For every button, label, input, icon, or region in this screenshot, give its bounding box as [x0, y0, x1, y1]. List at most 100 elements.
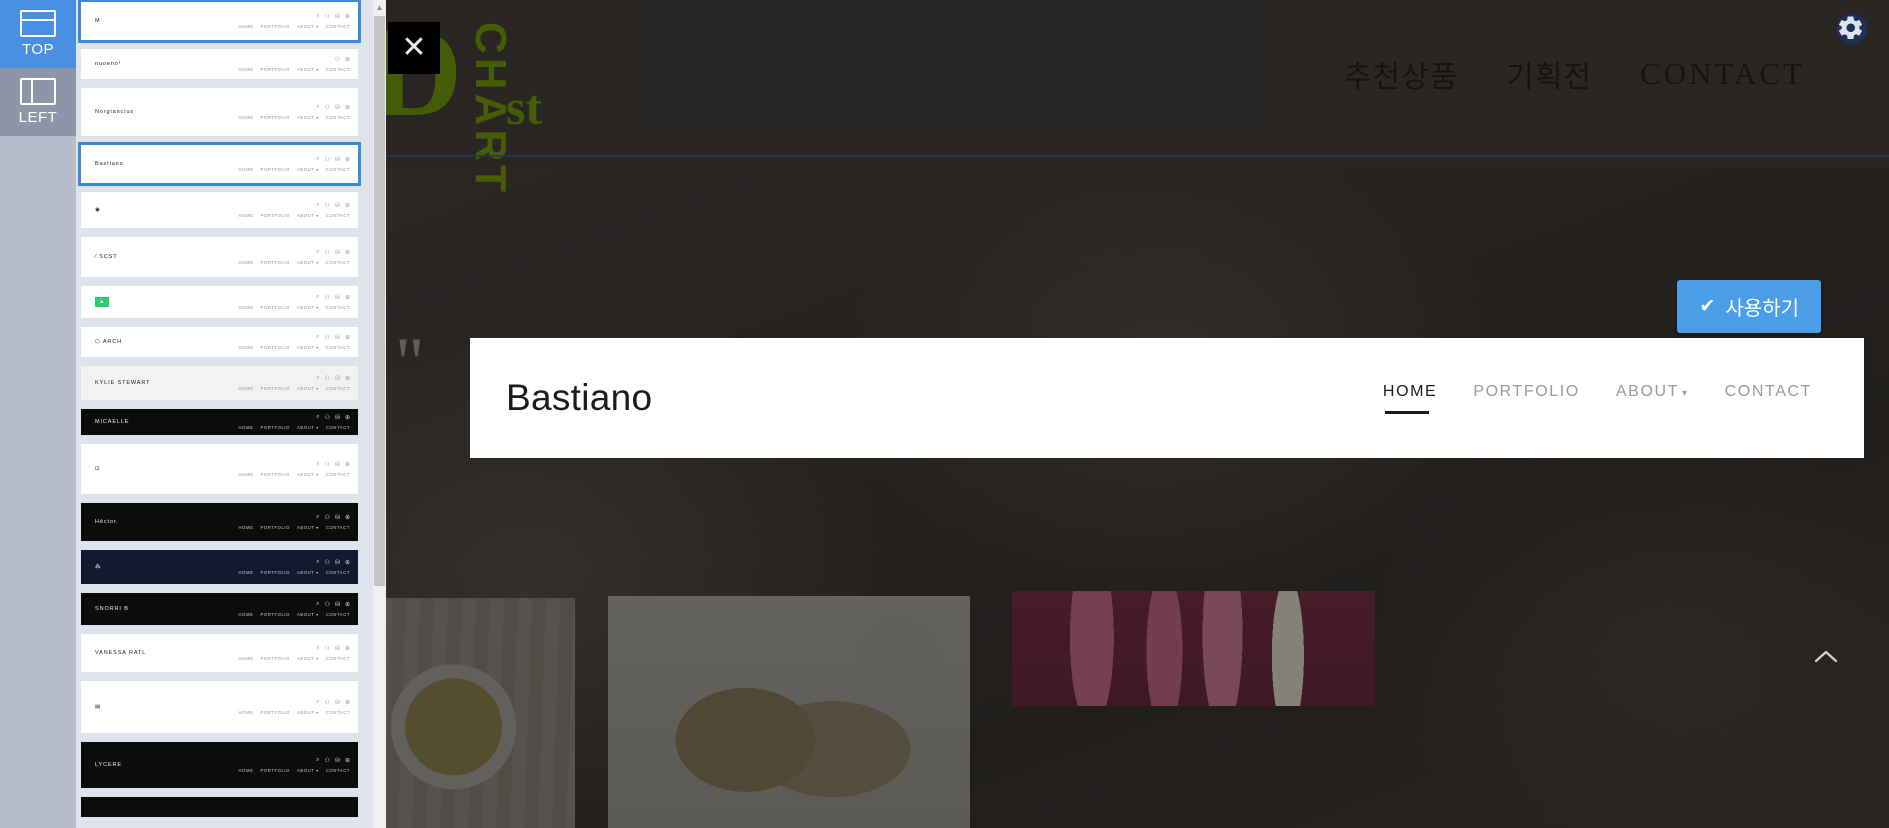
template-menu-item-about[interactable]: ABOUT ▾: [1616, 383, 1689, 414]
thumbnail-item[interactable]: ▤ ⌕ ⚇ ⛁ ⊕ HOME PORTFOLIO ABOUT ▾ CONTACT: [81, 681, 358, 733]
thumbnail-list[interactable]: M ⌕ ⚇ ⛁ ⊕ HOME PORTFOLIO ABOUT ▾ CONTACT nuoeno¹ ⚇…: [76, 0, 373, 828]
thumbnail-item[interactable]: MICAELLE ⌕ ⚇ ⛁ ⊕ HOME PORTFOLIO ABOUT ▾ CONTACT: [81, 409, 358, 435]
thumbnail-brand: ◉: [95, 207, 101, 213]
thumbnail-item[interactable]: VANESSA RATL ⌕ ⚇ ⛁ ⊕ HOME PORTFOLIO ABOUT ▾ CONT…: [81, 634, 358, 672]
thumbnail-nav-item: ABOUT ▾: [297, 612, 319, 617]
globe-icon: ⊕: [344, 646, 350, 652]
thumbnail-item[interactable]: [81, 797, 358, 817]
close-preview-button[interactable]: ✕: [388, 22, 440, 74]
thumbnail-nav-item: ABOUT ▾: [297, 24, 319, 29]
thumbnail-nav-item: CONTACT: [325, 386, 350, 391]
thumbnail-nav-item: HOME: [238, 24, 254, 29]
bag-icon: ⛁: [334, 415, 340, 421]
thumbnail-nav-item: CONTACT: [325, 525, 350, 530]
thumbnail-item[interactable]: ⁄ SCST ⌕ ⚇ ⛁ ⊕ HOME PORTFOLIO ABOUT ▾ CONTACT: [81, 237, 358, 277]
thumbnail-item[interactable]: Bastiano ⌕ ⚇ ⛁ ⊕ HOME PORTFOLIO ABOUT ▾ CONTACT: [78, 142, 361, 186]
thumbnail-nav-item: ABOUT ▾: [297, 386, 319, 391]
thumbnail-icon-group: ⌕ ⚇ ⛁ ⊕: [316, 249, 350, 256]
thumbnail-icon-group: ⌕ ⚇ ⛁ ⊕: [316, 645, 350, 652]
thumbnail-nav-item: PORTFOLIO: [260, 612, 291, 617]
globe-icon: ⊕: [344, 105, 350, 111]
thumbnail-icon-group: ⌕ ⚇ ⛁ ⊕: [316, 294, 350, 301]
bag-icon: ⛁: [334, 14, 340, 20]
user-icon: ⚇: [324, 376, 330, 382]
thumbnail-brand: VANESSA RATL: [95, 650, 147, 656]
thumbnail-nav: HOME PORTFOLIO ABOUT ▾ CONTACT: [239, 67, 350, 72]
thumbnail-nav-item: CONTACT: [325, 612, 350, 617]
thumbnail-nav-item: HOME: [238, 612, 254, 617]
thumbnail-item[interactable]: ◉ ⌕ ⚇ ⛁ ⊕ HOME PORTFOLIO ABOUT ▾ CONTACT: [81, 192, 358, 228]
layout-rail: TOP LEFT: [0, 0, 76, 828]
globe-icon: ⊕: [344, 376, 350, 382]
thumbnail-icon-group: ⌕ ⚇ ⛁ ⊕: [316, 461, 350, 468]
thumbnail-nav-item: HOME: [238, 260, 254, 265]
search-icon: ⌕: [316, 461, 320, 467]
thumbnail-nav-item: HOME: [238, 345, 254, 350]
thumbnail-nav-item: ABOUT ▾: [297, 345, 319, 350]
thumbnail-item[interactable]: M ⌕ ⚇ ⛁ ⊕ HOME PORTFOLIO ABOUT ▾ CONTACT: [78, 0, 361, 43]
thumbnail-brand: ▤: [95, 704, 102, 710]
thumbnail-nav-item: PORTFOLIO: [260, 213, 291, 218]
user-icon: ⚇: [334, 57, 340, 63]
thumbnail-icon-group: ⌕ ⚇ ⛁ ⊕: [316, 601, 350, 608]
bag-icon: ⛁: [334, 560, 340, 566]
thumbnail-brand: MICAELLE: [95, 419, 130, 425]
thumbnail-item[interactable]: ▲ ⌕ ⚇ ⛁ ⊕ HOME PORTFOLIO ABOUT ▾ CONTACT: [81, 286, 358, 318]
thumbnail-nav-item: ABOUT ▾: [297, 260, 319, 265]
rail-tab-left[interactable]: LEFT: [0, 68, 76, 136]
site-nav-item-1[interactable]: 기획전: [1506, 52, 1592, 96]
thumbnail-nav: HOME PORTFOLIO ABOUT ▾ CONTACT: [239, 115, 350, 120]
template-menu-item-home[interactable]: HOME: [1383, 383, 1437, 414]
rail-tab-top-label: TOP: [21, 41, 55, 58]
site-nav-item-0[interactable]: 추천상품: [1344, 52, 1458, 96]
thumbnail-nav-item: ABOUT ▾: [297, 570, 319, 575]
thumbnail-brand: ▲: [95, 297, 110, 307]
user-icon: ⚇: [324, 250, 330, 256]
gear-icon[interactable]: [1833, 10, 1871, 48]
template-menu-item-portfolio[interactable]: PORTFOLIO: [1473, 383, 1580, 414]
thumbnail-brand: M: [95, 18, 101, 24]
scroll-to-top-button[interactable]: [1805, 636, 1847, 678]
use-template-button[interactable]: ✔ 사용하기: [1677, 280, 1821, 333]
thumbnail-item[interactable]: ⬡ ARCH ⌕ ⚇ ⛁ ⊕ HOME PORTFOLIO ABOUT ▾ CONTACT: [81, 327, 358, 357]
search-icon: ⌕: [316, 601, 320, 607]
thumbnail-nav-item: HOME: [238, 115, 254, 120]
globe-icon: ⊕: [344, 203, 350, 209]
thumbnail-item[interactable]: ⁂ ⌕ ⚇ ⛁ ⊕ HOME PORTFOLIO ABOUT ▾ CONTACT: [81, 550, 358, 584]
thumbnail-nav-item: CONTACT: [325, 305, 350, 310]
thumbnail-item[interactable]: Héctor. ⌕ ⚇ ⛁ ⊕ HOME PORTFOLIO ABOUT ▾ CONTACT: [81, 503, 358, 541]
thumbnail-item[interactable]: Norgiancius ⌕ ⚇ ⛁ ⊕ HOME PORTFOLIO ABOUT ▾ CONTA…: [81, 88, 358, 136]
search-icon: ⌕: [316, 514, 320, 520]
thumbnail-nav-item: ABOUT ▾: [297, 425, 319, 430]
thumbnail-nav-item: CONTACT: [325, 768, 350, 773]
thumbnail-nav-item: PORTFOLIO: [260, 525, 291, 530]
rail-tab-top[interactable]: TOP: [0, 0, 76, 68]
thumbnail-item[interactable]: nuoeno¹ ⚇ ⊕ HOME PORTFOLIO ABOUT ▾ CONTACT: [81, 49, 358, 79]
header-hairline: [380, 155, 1889, 157]
thumbnail-icon-group: ⌕ ⚇ ⛁ ⊕: [316, 699, 350, 706]
thumbnail-scrollbar-thumb[interactable]: [374, 16, 385, 586]
template-thumbnail-panel: M ⌕ ⚇ ⛁ ⊕ HOME PORTFOLIO ABOUT ▾ CONTACT nuoeno¹ ⚇…: [76, 0, 386, 828]
thumbnail-scrollbar-track[interactable]: ▲: [373, 0, 386, 828]
gallery-photo-pastry: [608, 596, 970, 828]
thumbnail-nav-item: ABOUT ▾: [297, 768, 319, 773]
thumbnail-nav: HOME PORTFOLIO ABOUT ▾ CONTACT: [239, 612, 350, 617]
search-icon: ⌕: [316, 202, 320, 208]
thumbnail-nav-item: PORTFOLIO: [260, 472, 291, 477]
globe-icon: ⊕: [344, 335, 350, 341]
thumbnail-item[interactable]: SNORRI B ⌕ ⚇ ⛁ ⊕ HOME PORTFOLIO ABOUT ▾ CONTACT: [81, 593, 358, 625]
template-header-card: Bastiano HOME PORTFOLIO ABOUT ▾ CONTACT: [470, 338, 1864, 458]
template-menu-item-contact[interactable]: CONTACT: [1725, 383, 1812, 414]
thumbnail-icon-group: ⌕ ⚇ ⛁ ⊕: [316, 757, 350, 764]
bag-icon: ⛁: [334, 700, 340, 706]
thumbnail-item[interactable]: KYLIE STEWART ⌕ ⚇ ⛁ ⊕ HOME PORTFOLIO ABOUT ▾ CON…: [81, 366, 358, 400]
site-nav-item-2[interactable]: CONTACT: [1640, 56, 1805, 92]
thumbnail-nav-item: ABOUT ▾: [297, 167, 319, 172]
scrollbar-up-arrow[interactable]: ▲: [373, 0, 386, 14]
thumbnail-item[interactable]: ⊡ ⌕ ⚇ ⛁ ⊕ HOME PORTFOLIO ABOUT ▾ CONTACT: [81, 444, 358, 494]
user-icon: ⚇: [324, 700, 330, 706]
thumbnail-brand: ⁂: [95, 564, 102, 570]
thumbnail-item[interactable]: LYCERE ⌕ ⚇ ⛁ ⊕ HOME PORTFOLIO ABOUT ▾ CONTACT: [81, 742, 358, 788]
thumbnail-nav-item: PORTFOLIO: [260, 167, 291, 172]
thumbnail-icon-group: ⌕ ⚇ ⛁ ⊕: [316, 375, 350, 382]
